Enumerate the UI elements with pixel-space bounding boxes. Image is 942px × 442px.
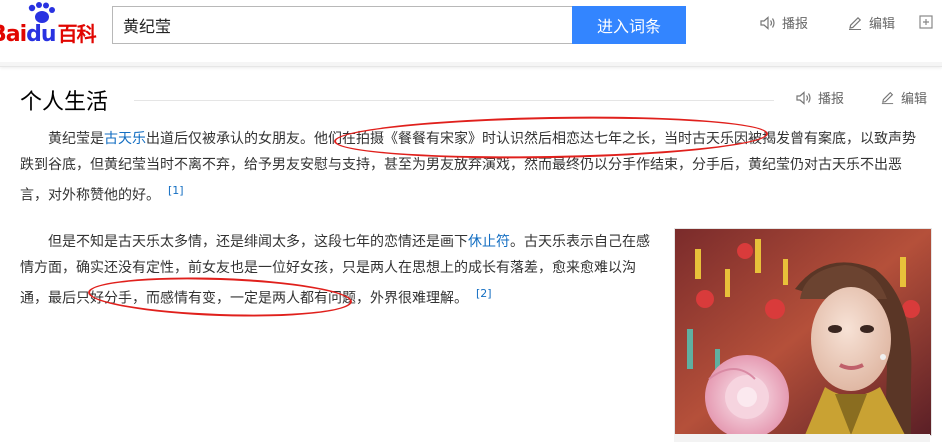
more-icon[interactable] (918, 14, 934, 30)
pencil-icon (849, 16, 862, 30)
section-read-aloud-button[interactable]: 播报 (796, 88, 844, 107)
paragraph-1-text-a: 黄纪莹是 (48, 131, 104, 147)
link-gu-tianle[interactable]: 古天乐 (104, 131, 146, 147)
speaker-icon (760, 15, 775, 30)
paragraph-1: 黄纪莹是古天乐出道后仅被承认的女朋友。他们在拍摄《餐餐有宋家》时认识然后相恋达七… (20, 126, 925, 209)
logo-du-text: du (26, 22, 56, 47)
section-read-label: 播报 (818, 92, 845, 107)
header-read-label: 播报 (782, 17, 809, 32)
section-edit-button[interactable]: 编辑 (880, 88, 927, 107)
paragraph-1-text-b: 出道后仅被承认的女朋友。他们在拍摄《餐餐有宋家》时认识然后相恋达七年之长，当时古… (20, 131, 916, 204)
portrait-image (675, 229, 931, 435)
search-box (112, 6, 572, 44)
reference-2[interactable]: [2] (476, 287, 492, 300)
link-full-stop[interactable]: 休止符 (468, 234, 510, 250)
photo-caption-bar (674, 434, 930, 442)
logo-baike-text: 百科 (57, 22, 97, 46)
section-edit-label: 编辑 (901, 92, 928, 107)
search-input[interactable] (113, 7, 572, 43)
baidu-baike-logo[interactable]: Baidu百科 (0, 2, 104, 47)
speaker-icon (796, 90, 811, 105)
top-header: Baidu百科 进入词条 播报 编辑 (0, 0, 942, 67)
header-divider (0, 62, 942, 66)
header-read-aloud-button[interactable]: 播报 (760, 13, 808, 32)
reference-1[interactable]: [1] (168, 184, 184, 197)
enter-entry-button[interactable]: 进入词条 (572, 6, 686, 44)
header-edit-button[interactable]: 编辑 (847, 13, 895, 32)
pencil-icon (881, 91, 894, 105)
paragraph-2-text-a: 但是不知是古天乐太多情，还是绯闻太多，这段七年的恋情还是画下 (48, 234, 468, 250)
title-rule (134, 100, 774, 101)
header-edit-label: 编辑 (869, 17, 896, 32)
logo-bai-text: Bai (0, 22, 27, 47)
portrait-photo[interactable] (674, 228, 932, 436)
paragraph-2: 但是不知是古天乐太多情，还是绯闻太多，这段七年的恋情还是画下休止符。古天乐表示自… (20, 229, 652, 312)
section-title: 个人生活 (20, 90, 109, 115)
